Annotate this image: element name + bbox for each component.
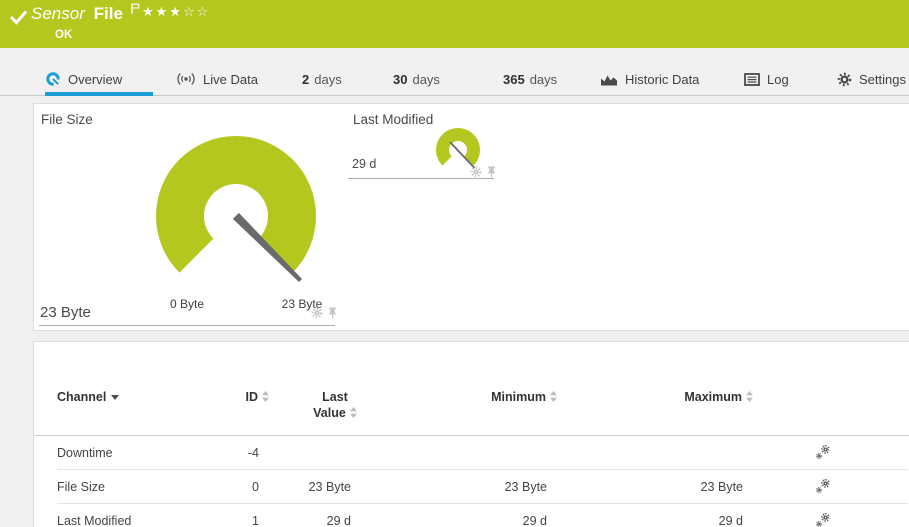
column-header-minimum[interactable]: Minimum [361, 389, 557, 405]
table-row-last-modified: Last Modified 1 29 d 29 d 29 d [57, 504, 908, 527]
table-row-file-size: File Size 0 23 Byte 23 Byte 23 Byte [57, 470, 908, 504]
channel-maximum: 29 d [557, 514, 753, 527]
sensor-title-name: File [94, 4, 123, 23]
status-badge: OK [55, 29, 72, 41]
caret-down-icon [111, 395, 119, 400]
flag-icon[interactable] [131, 3, 140, 14]
gauge-underline [39, 325, 335, 326]
sensor-title: Sensor File [31, 4, 140, 24]
tab-2-days[interactable]: 2 days [302, 64, 342, 94]
gauge-title-last-modified: Last Modified [353, 112, 433, 127]
pin-icon[interactable] [486, 166, 497, 178]
tab-number: 30 [393, 72, 407, 87]
gear-icon [837, 72, 852, 87]
tab-label: Overview [68, 72, 122, 87]
file-size-gauge-controls [311, 307, 338, 319]
pin-icon[interactable] [327, 307, 338, 319]
channel-table-panel: Channel ID Last Value Minimum Maximum Do… [33, 341, 909, 527]
area-chart-icon [600, 73, 618, 86]
channel-id: 0 [191, 480, 269, 494]
tab-live-data[interactable]: Live Data [176, 64, 258, 94]
tab-number: 365 [503, 72, 525, 87]
channel-name: Last Modified [57, 514, 191, 527]
channel-name: Downtime [57, 446, 191, 460]
column-header-channel[interactable]: Channel [57, 389, 191, 405]
channel-name: File Size [57, 480, 191, 494]
last-modified-gauge-controls [470, 166, 497, 178]
tab-log[interactable]: Log [744, 64, 789, 94]
tab-settings[interactable]: Settings [837, 64, 906, 94]
gauge-underline [348, 178, 494, 179]
sort-updown-icon [350, 407, 357, 418]
channel-minimum: 29 d [361, 514, 557, 527]
prtg-sensor-page: Sensor File ★★★☆☆ OK Overview [0, 0, 909, 527]
sort-updown-icon [550, 391, 557, 402]
gauges-panel: File Size 0 Byte 23 Byte 23 Byte Last Mo… [33, 103, 909, 331]
channel-minimum: 23 Byte [361, 480, 557, 494]
gauge-icon [45, 71, 61, 87]
sensor-title-prefix: Sensor [31, 4, 85, 23]
channel-settings-gears-icon[interactable] [815, 444, 831, 461]
tab-historic-data[interactable]: Historic Data [600, 64, 699, 94]
file-size-gauge [136, 116, 336, 316]
gear-icon[interactable] [470, 166, 482, 178]
tab-bar: Overview Live Data 2 days 30 days 365 da… [0, 48, 909, 96]
gauge-scale-min: 0 Byte [147, 297, 227, 311]
table-header-row: Channel ID Last Value Minimum Maximum [34, 342, 909, 421]
tab-label: Settings [859, 72, 906, 87]
tab-30-days[interactable]: 30 days [393, 64, 440, 94]
broadcast-icon [176, 72, 196, 86]
last-modified-current-value: 29 d [352, 157, 376, 171]
table-row-downtime: Downtime -4 [57, 436, 908, 470]
tab-label: Live Data [203, 72, 258, 87]
channel-settings-gears-icon[interactable] [815, 478, 831, 495]
tab-label: days [314, 72, 341, 87]
gauge-title-file-size: File Size [41, 112, 93, 127]
file-size-current-value: 23 Byte [40, 304, 91, 321]
tab-label: days [530, 72, 557, 87]
gear-icon[interactable] [311, 307, 323, 319]
tab-overview[interactable]: Overview [45, 64, 122, 94]
list-icon [744, 73, 760, 86]
tab-label: days [412, 72, 439, 87]
sensor-status-header: Sensor File ★★★☆☆ OK [0, 0, 909, 48]
sort-updown-icon [262, 391, 269, 402]
tab-365-days[interactable]: 365 days [503, 64, 557, 94]
active-tab-underline [45, 92, 153, 96]
check-ok-icon [9, 9, 29, 25]
column-header-id[interactable]: ID [191, 389, 269, 405]
tab-label: Historic Data [625, 72, 699, 87]
channel-settings-gears-icon[interactable] [815, 512, 831, 527]
channel-last-value: 29 d [269, 514, 361, 527]
sort-updown-icon [746, 391, 753, 402]
channel-last-value: 23 Byte [269, 480, 361, 494]
column-header-last-value[interactable]: Last Value [269, 389, 361, 421]
channel-id: 1 [191, 514, 269, 527]
channel-id: -4 [191, 446, 269, 460]
priority-stars[interactable]: ★★★☆☆ [142, 5, 210, 20]
tab-number: 2 [302, 72, 309, 87]
column-header-maximum[interactable]: Maximum [557, 389, 753, 405]
channel-maximum: 23 Byte [557, 480, 753, 494]
tab-label: Log [767, 72, 789, 87]
